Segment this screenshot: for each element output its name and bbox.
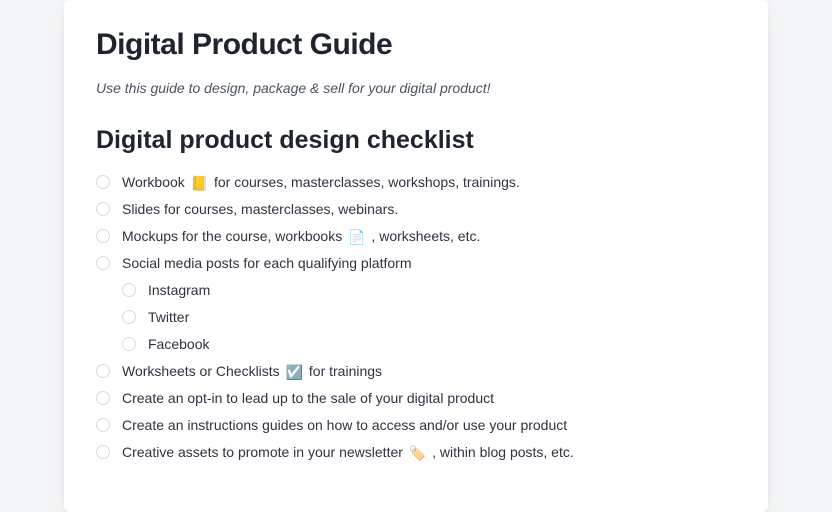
label-text-pre: Worksheets or Checklists [122, 363, 284, 379]
checkbox-circle[interactable] [122, 337, 136, 351]
checklist-item-label: Slides for courses, masterclasses, webin… [122, 199, 736, 220]
label-text-post: for trainings [305, 363, 382, 379]
checklist-item-label: Workbook 📒 for courses, masterclasses, w… [122, 172, 736, 193]
label-text-pre: Create an instructions guides on how to … [122, 417, 567, 433]
checkbox-circle[interactable] [96, 364, 110, 378]
checkbox-circle[interactable] [96, 256, 110, 270]
checklist-item: Twitter [122, 304, 736, 331]
inline-emoji-icon: 📒 [191, 176, 208, 190]
checklist-item: Workbook 📒 for courses, masterclasses, w… [96, 169, 736, 196]
checklist-item: Facebook [122, 331, 736, 358]
checklist-item-label: Twitter [148, 307, 736, 328]
checkbox-circle[interactable] [96, 229, 110, 243]
checklist-item-label: Mockups for the course, workbooks 📄 , wo… [122, 226, 736, 247]
checklist-item-label: Instagram [148, 280, 736, 301]
label-text-pre: Social media posts for each qualifying p… [122, 255, 411, 271]
checkbox-circle[interactable] [96, 175, 110, 189]
checkbox-circle[interactable] [122, 310, 136, 324]
label-text-pre: Twitter [148, 309, 189, 325]
label-text-pre: Create an opt-in to lead up to the sale … [122, 390, 494, 406]
inline-emoji-icon: 🏷️ [409, 446, 426, 460]
checkbox-circle[interactable] [122, 283, 136, 297]
label-text-pre: Slides for courses, masterclasses, webin… [122, 201, 398, 217]
checklist-item: Create an opt-in to lead up to the sale … [96, 385, 736, 412]
checkbox-circle[interactable] [96, 202, 110, 216]
checklist: Workbook 📒 for courses, masterclasses, w… [96, 169, 736, 466]
label-text-pre: Instagram [148, 282, 210, 298]
document-page: Digital Product Guide Use this guide to … [64, 0, 768, 512]
checklist-item: Worksheets or Checklists ☑️ for training… [96, 358, 736, 385]
checkbox-circle[interactable] [96, 445, 110, 459]
label-text-pre: Mockups for the course, workbooks [122, 228, 346, 244]
inline-emoji-icon: 📄 [348, 230, 365, 244]
section-heading: Digital product design checklist [96, 126, 736, 155]
checklist-item-label: Facebook [148, 334, 736, 355]
checklist-item-label: Creative assets to promote in your newsl… [122, 442, 736, 463]
checklist-item: Creative assets to promote in your newsl… [96, 439, 736, 466]
checkbox-circle[interactable] [96, 418, 110, 432]
label-text-pre: Workbook [122, 174, 189, 190]
checklist-item: Instagram [122, 277, 736, 304]
label-text-pre: Facebook [148, 336, 209, 352]
checklist-nested: Instagram Twitter Facebook [122, 277, 736, 358]
label-text-post: for courses, masterclasses, workshops, t… [210, 174, 520, 190]
checklist-item: Create an instructions guides on how to … [96, 412, 736, 439]
checklist-item-label: Create an instructions guides on how to … [122, 415, 736, 436]
label-text-pre: Creative assets to promote in your newsl… [122, 444, 407, 460]
page-title: Digital Product Guide [96, 28, 736, 62]
checklist-item: Mockups for the course, workbooks 📄 , wo… [96, 223, 736, 250]
checkbox-circle[interactable] [96, 391, 110, 405]
page-subtitle: Use this guide to design, package & sell… [96, 80, 736, 96]
checklist-item-label: Create an opt-in to lead up to the sale … [122, 388, 736, 409]
label-text-post: , worksheets, etc. [368, 228, 481, 244]
checklist-item-label: Worksheets or Checklists ☑️ for training… [122, 361, 736, 382]
checklist-item-label: Social media posts for each qualifying p… [122, 253, 736, 274]
checklist-item: Slides for courses, masterclasses, webin… [96, 196, 736, 223]
label-text-post: , within blog posts, etc. [428, 444, 574, 460]
checklist-item: Social media posts for each qualifying p… [96, 250, 736, 277]
inline-emoji-icon: ☑️ [286, 365, 303, 379]
